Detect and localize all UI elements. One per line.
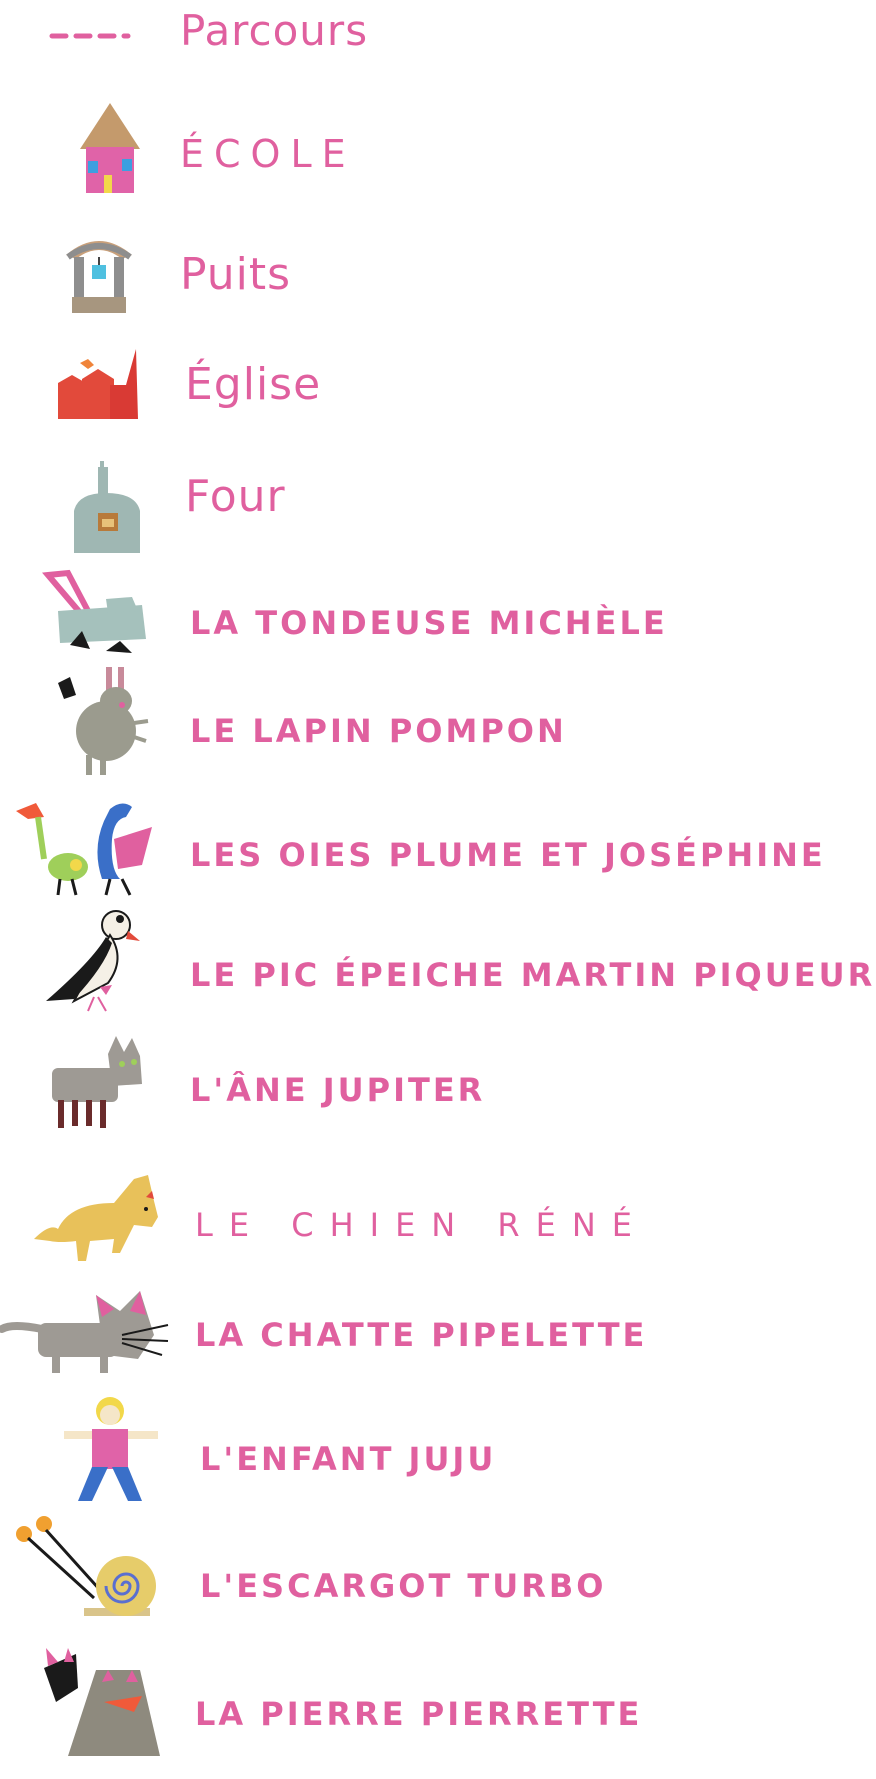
legend-item-puits: Puits: [0, 225, 876, 320]
legend-label: L'ÂNE JUPITER: [190, 1071, 486, 1109]
stone-icon: [44, 1648, 160, 1756]
cat-icon: [0, 1291, 169, 1373]
legend-item-ane: L'ÂNE JUPITER: [0, 1030, 876, 1140]
dog-icon: [34, 1175, 158, 1261]
well-icon: [66, 241, 132, 313]
legend-item-oies: LES OIES PLUME ET JOSÉPHINE: [0, 795, 876, 905]
school-house-icon: [80, 103, 140, 193]
legend-label: LA TONDEUSE MICHÈLE: [190, 604, 668, 642]
legend-label: LE LAPIN POMPON: [190, 712, 567, 750]
legend-item-tondeuse: LA TONDEUSE MICHÈLE: [0, 565, 876, 670]
legend-label: Parcours: [180, 6, 369, 55]
legend-item-enfant: L'ENFANT JUJU: [0, 1395, 876, 1505]
legend-item-escargot: L'ESCARGOT TURBO: [0, 1510, 876, 1630]
woodpecker-icon: [46, 910, 140, 1012]
legend-item-four: Four: [0, 455, 876, 560]
donkey-icon: [52, 1036, 142, 1128]
legend-label: LES OIES PLUME ET JOSÉPHINE: [190, 836, 826, 874]
legend-label: ÉCOLE: [180, 132, 356, 176]
rabbit-icon: [58, 667, 149, 775]
legend: Parcours ÉCOLE Puits Église Four LA TOND…: [0, 0, 876, 1779]
legend-label: Puits: [180, 249, 292, 300]
legend-item-chatte: LA CHATTE PIPELETTE: [0, 1275, 876, 1385]
legend-label: Four: [185, 471, 286, 522]
legend-label: LA PIERRE PIERRETTE: [195, 1695, 643, 1733]
legend-label: L'ENFANT JUJU: [200, 1440, 497, 1478]
lawnmower-icon: [42, 569, 146, 653]
legend-item-lapin: LE LAPIN POMPON: [0, 665, 876, 780]
geese-icon: [16, 803, 152, 896]
legend-item-pierre: LA PIERRE PIERRETTE: [0, 1640, 876, 1770]
legend-label: LE CHIEN RÉNÉ: [195, 1206, 648, 1244]
legend-item-ecole: ÉCOLE: [0, 95, 876, 205]
legend-label: L'ESCARGOT TURBO: [200, 1567, 607, 1605]
oven-icon: [74, 461, 140, 553]
legend-item-parcours: Parcours: [0, 0, 876, 80]
legend-item-eglise: Église: [0, 335, 876, 430]
legend-item-chien: LE CHIEN RÉNÉ: [0, 1165, 876, 1275]
snail-icon: [16, 1516, 156, 1616]
dashed-route-line-icon: [49, 33, 131, 39]
legend-item-pic: LE PIC ÉPEICHE MARTIN PIQUEUR: [0, 905, 876, 1015]
church-icon: [58, 349, 138, 419]
legend-label: LA CHATTE PIPELETTE: [195, 1316, 648, 1354]
legend-label: LE PIC ÉPEICHE MARTIN PIQUEUR: [190, 956, 876, 994]
child-icon: [64, 1397, 158, 1501]
legend-label: Église: [185, 359, 322, 410]
